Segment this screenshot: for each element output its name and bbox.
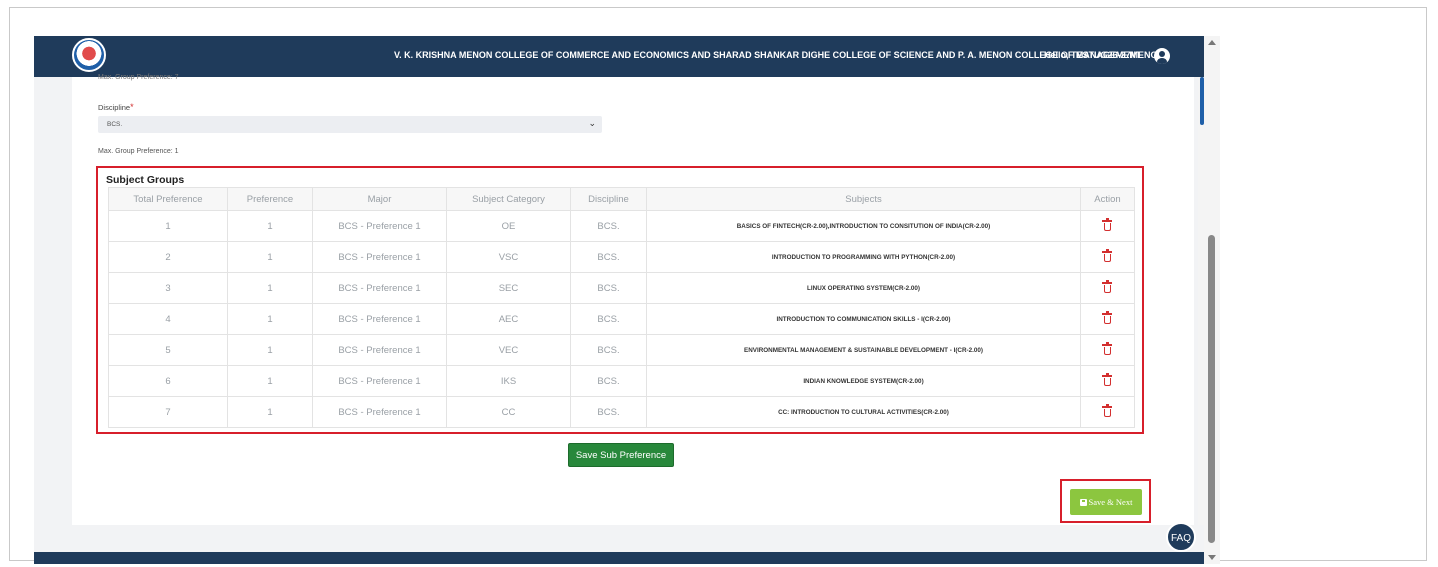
cell-total-preference: 2 [108,241,228,273]
cell-subjects: INTRODUCTION TO COMMUNICATION SKILLS - I… [646,303,1081,335]
bottom-footer-bar [34,552,1204,564]
cell-subjects: LINUX OPERATING SYSTEM(CR-2.00) [646,272,1081,304]
user-greeting: Hello, TESTUG26-27MENON [1044,50,1165,60]
subject-groups-title: Subject Groups [106,174,185,186]
cell-discipline: BCS. [570,241,647,273]
cell-discipline: BCS. [570,396,647,428]
cell-total-preference: 6 [108,365,228,397]
cell-action [1080,272,1135,304]
cell-subject-category: VSC [446,241,571,273]
cell-action [1080,241,1135,273]
save-sub-preference-button[interactable]: Save Sub Preference [568,443,674,467]
cell-subject-category: OE [446,210,571,242]
cell-total-preference: 7 [108,396,228,428]
cell-discipline: BCS. [570,210,647,242]
cell-major: BCS - Preference 1 [312,241,447,273]
page-scrollbar[interactable] [1204,36,1220,564]
cell-major: BCS - Preference 1 [312,272,447,304]
table-row: 2 1 BCS - Preference 1 VSC BCS. INTRODUC… [108,241,1135,273]
cell-preference: 1 [227,365,313,397]
cell-preference: 1 [227,303,313,335]
cell-subjects: INDIAN KNOWLEDGE SYSTEM(CR-2.00) [646,365,1081,397]
table-row: 7 1 BCS - Preference 1 CC BCS. CC: INTRO… [108,396,1135,428]
cell-action [1080,365,1135,397]
cell-preference: 1 [227,272,313,304]
screenshot-frame: V. K. KRISHNA MENON COLLEGE OF COMMERCE … [9,7,1427,564]
discipline-select[interactable]: BCS. ⌄ [98,116,602,133]
cell-total-preference: 4 [108,303,228,335]
cell-subjects: BASICS OF FINTECH(CR-2.00),INTRODUCTION … [646,210,1081,242]
table-row: 5 1 BCS - Preference 1 VEC BCS. ENVIRONM… [108,334,1135,366]
trash-icon[interactable] [1102,310,1112,324]
required-asterisk: * [130,102,134,112]
table-row: 6 1 BCS - Preference 1 IKS BCS. INDIAN K… [108,365,1135,397]
cell-action [1080,334,1135,366]
table-row: 3 1 BCS - Preference 1 SEC BCS. LINUX OP… [108,272,1135,304]
subject-groups-table: Total Preference Preference Major Subjec… [108,187,1135,428]
column-header-subject-category: Subject Category [446,187,571,211]
table-header-row: Total Preference Preference Major Subjec… [108,187,1135,211]
cell-subject-category: AEC [446,303,571,335]
trash-icon[interactable] [1102,248,1112,262]
cell-action [1080,396,1135,428]
cell-action [1080,210,1135,242]
cell-preference: 1 [227,241,313,273]
cell-preference: 1 [227,210,313,242]
page-scrollbar-thumb[interactable] [1208,235,1215,543]
cell-subject-category: VEC [446,334,571,366]
cell-major: BCS - Preference 1 [312,303,447,335]
college-name: V. K. KRISHNA MENON COLLEGE OF COMMERCE … [394,50,1142,60]
column-header-subjects: Subjects [646,187,1081,211]
cell-major: BCS - Preference 1 [312,334,447,366]
column-header-major: Major [312,187,447,211]
cell-total-preference: 5 [108,334,228,366]
cell-preference: 1 [227,334,313,366]
scroll-up-arrow-icon[interactable] [1208,40,1216,45]
cell-major: BCS - Preference 1 [312,396,447,428]
cell-discipline: BCS. [570,303,647,335]
table-row: 4 1 BCS - Preference 1 AEC BCS. INTRODUC… [108,303,1135,335]
max-group-preference: Max. Group Preference: 1 [98,148,179,155]
cell-action [1080,303,1135,335]
cell-preference: 1 [227,396,313,428]
cell-subjects: CC: INTRODUCTION TO CULTURAL ACTIVITIES(… [646,396,1081,428]
floppy-disk-icon [1079,499,1087,506]
discipline-selected-value: BCS. [107,121,123,128]
cell-subject-category: SEC [446,272,571,304]
discipline-label-text: Discipline [98,103,131,112]
save-next-button[interactable]: Save & Next [1070,489,1142,515]
cell-subjects: INTRODUCTION TO PROGRAMMING WITH PYTHON(… [646,241,1081,273]
browser-panel: V. K. KRISHNA MENON COLLEGE OF COMMERCE … [34,36,1220,564]
column-header-discipline: Discipline [570,187,647,211]
cell-major: BCS - Preference 1 [312,365,447,397]
top-navbar: V. K. KRISHNA MENON COLLEGE OF COMMERCE … [34,36,1204,77]
user-avatar-icon[interactable] [1154,48,1170,64]
cell-major: BCS - Preference 1 [312,210,447,242]
trash-icon[interactable] [1102,217,1112,231]
cell-discipline: BCS. [570,272,647,304]
column-header-preference: Preference [227,187,313,211]
trash-icon[interactable] [1102,279,1112,293]
trash-icon[interactable] [1102,403,1112,417]
scroll-down-arrow-icon[interactable] [1208,555,1216,560]
cell-subject-category: IKS [446,365,571,397]
save-next-label: Save & Next [1088,497,1133,507]
trash-icon[interactable] [1102,341,1112,355]
discipline-label: Discipline* [98,102,134,112]
cell-total-preference: 3 [108,272,228,304]
column-header-total-preference: Total Preference [108,187,228,211]
cell-discipline: BCS. [570,365,647,397]
college-logo [72,38,106,72]
content-card: Max. Group Preference: 7 Discipline* BCS… [72,74,1194,525]
cell-total-preference: 1 [108,210,228,242]
cell-subject-category: CC [446,396,571,428]
previous-max-group-preference: Max. Group Preference: 7 [98,74,179,81]
cell-subjects: ENVIRONMENTAL MANAGEMENT & SUSTAINABLE D… [646,334,1081,366]
chevron-down-icon: ⌄ [588,118,596,128]
trash-icon[interactable] [1102,372,1112,386]
faq-button[interactable]: FAQ [1166,522,1196,552]
column-header-action: Action [1080,187,1135,211]
cell-discipline: BCS. [570,334,647,366]
table-row: 1 1 BCS - Preference 1 OE BCS. BASICS OF… [108,210,1135,242]
